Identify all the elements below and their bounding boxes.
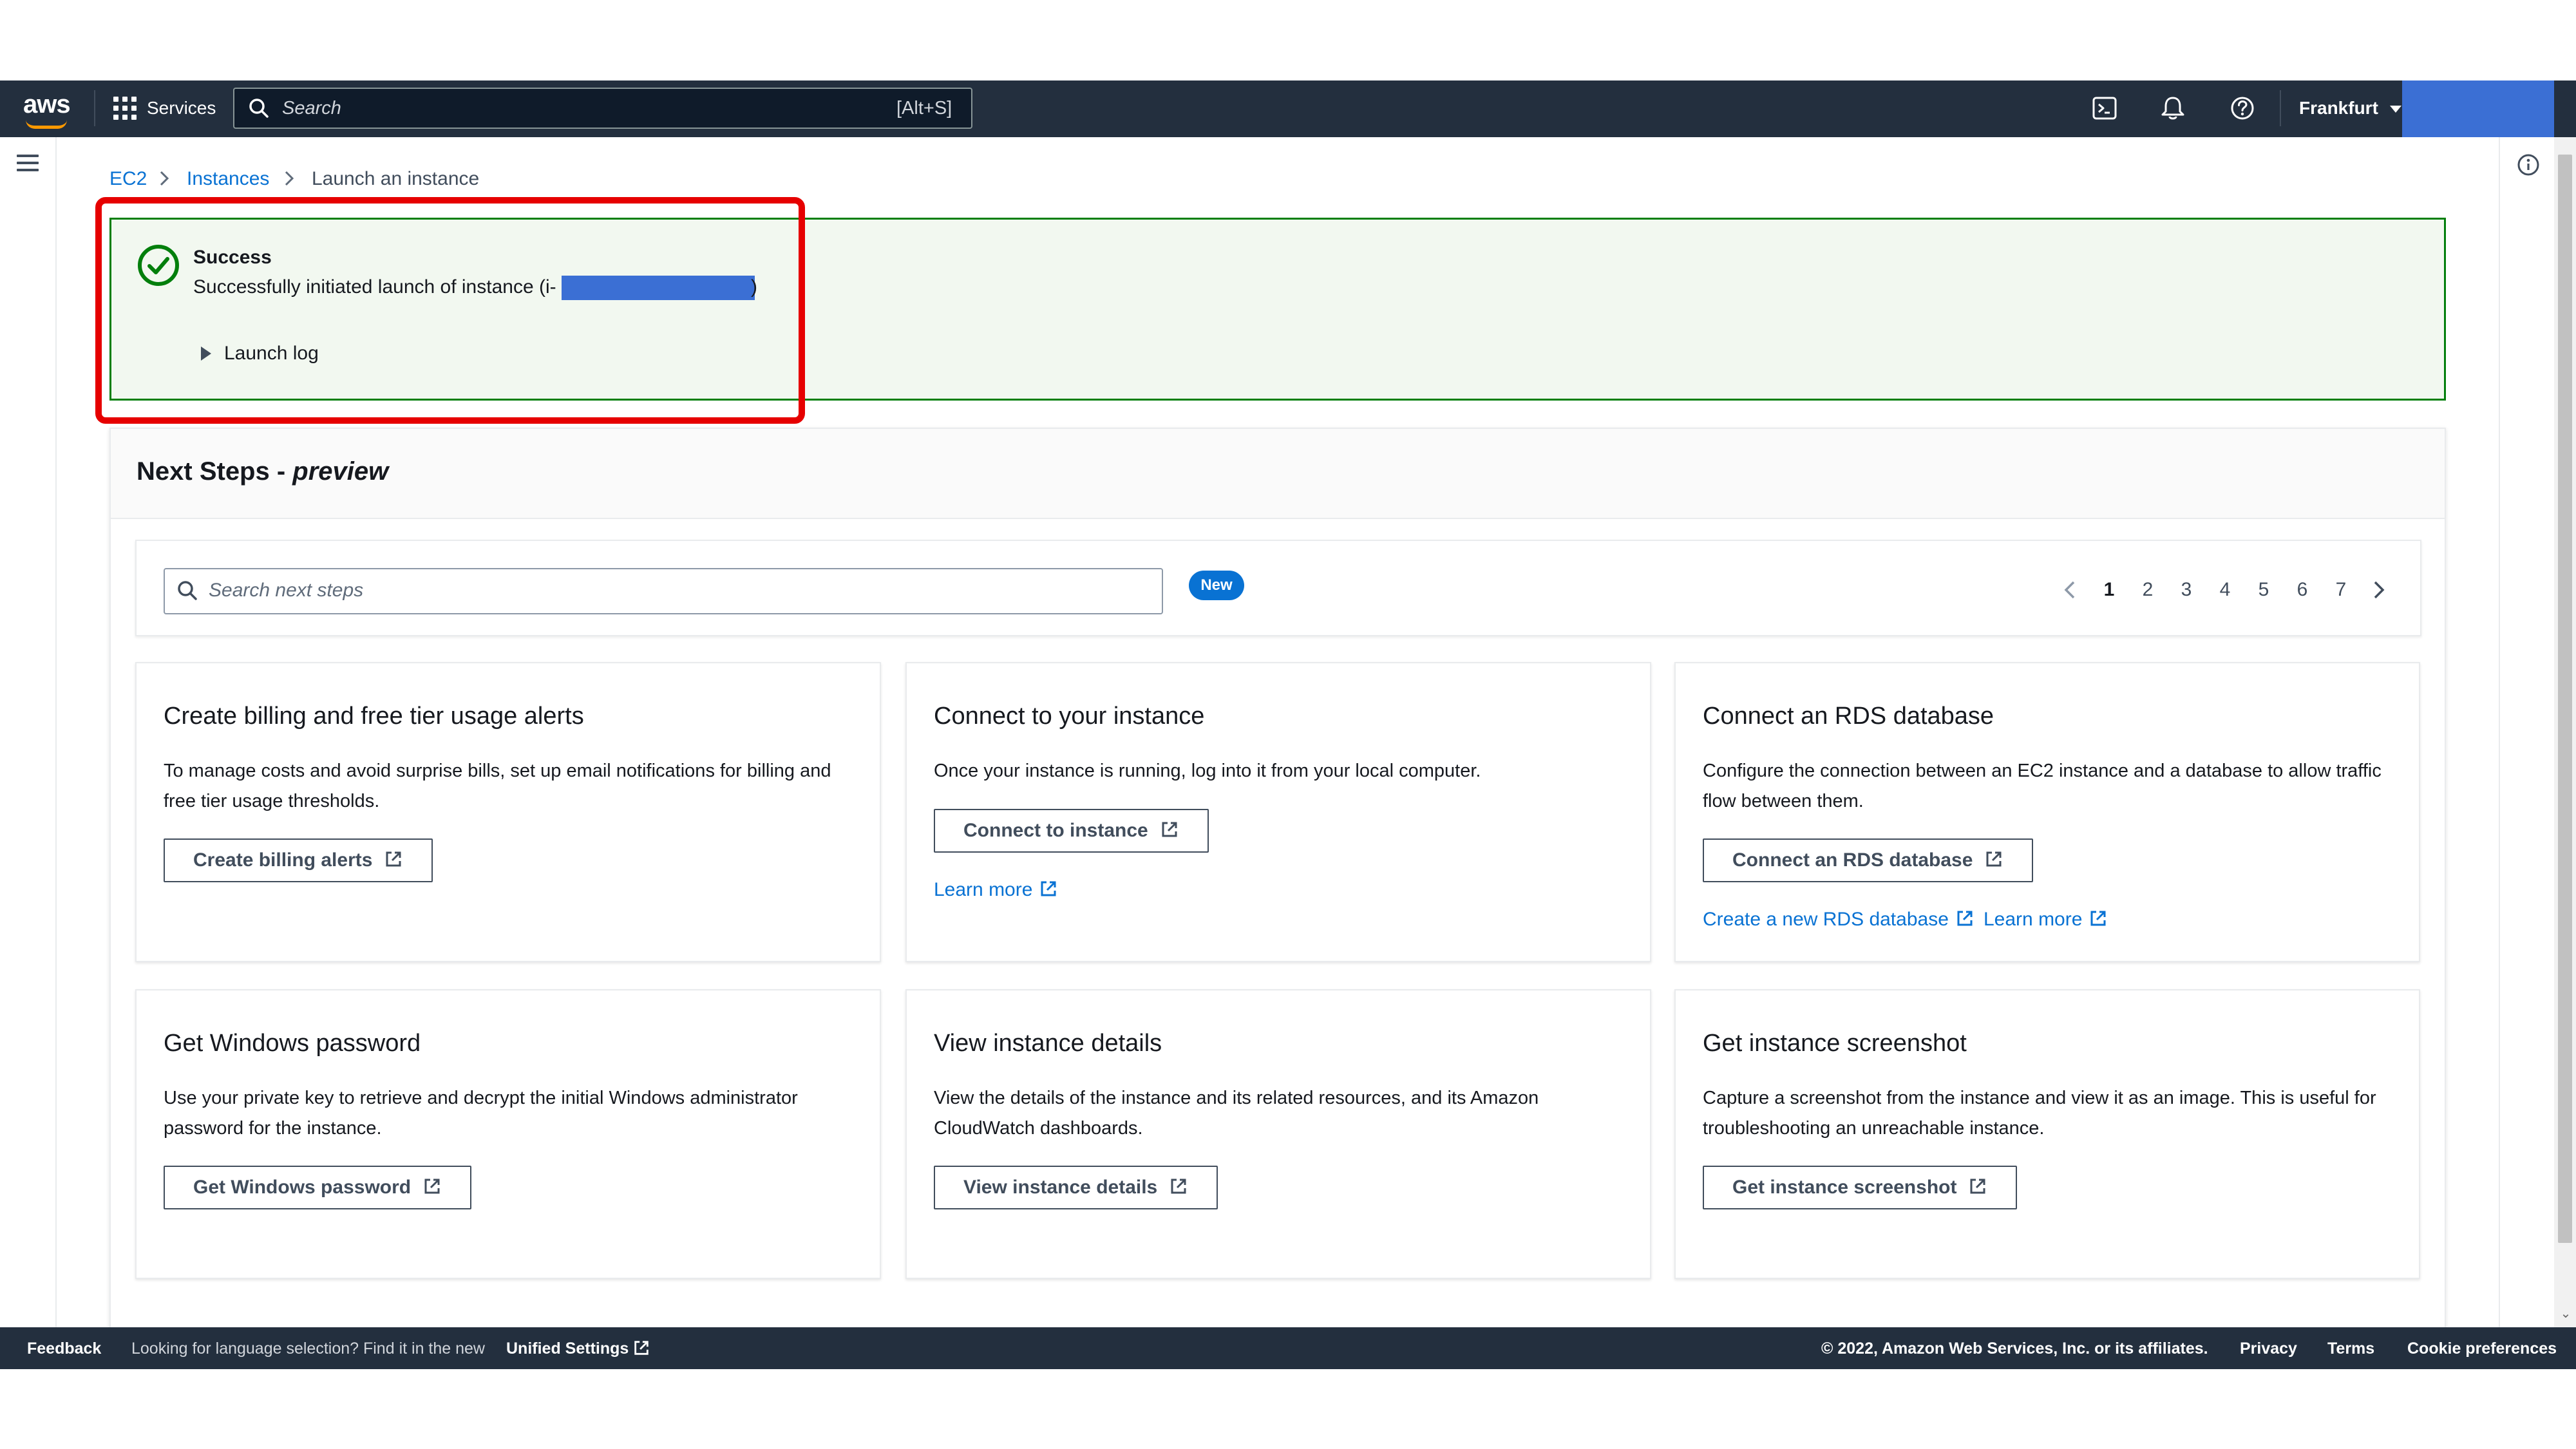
- view-instance-details-button[interactable]: View instance details: [934, 1166, 1218, 1209]
- global-search-input[interactable]: [233, 88, 972, 129]
- page-6-button[interactable]: 6: [2293, 577, 2312, 603]
- aws-logo[interactable]: aws: [23, 90, 71, 119]
- highlight-annotation-box: [95, 197, 805, 424]
- page-2-button[interactable]: 2: [2138, 577, 2157, 603]
- page-5-button[interactable]: 5: [2254, 577, 2273, 603]
- breadcrumb-instances[interactable]: Instances: [187, 166, 269, 192]
- external-link-icon: [1986, 851, 2002, 867]
- global-search-placeholder: Search: [282, 98, 341, 118]
- page-3-button[interactable]: 3: [2177, 577, 2196, 603]
- terms-link[interactable]: Terms: [2327, 1337, 2374, 1360]
- card-title: Connect to your instance: [934, 703, 1205, 730]
- scroll-down-arrow-icon[interactable]: ⌄: [2559, 1307, 2572, 1320]
- card-description: View the details of the instance and its…: [934, 1088, 1539, 1139]
- external-link-icon: [1171, 1179, 1186, 1194]
- external-link-icon: [1970, 1179, 1985, 1194]
- connect-rds-database-button[interactable]: Connect an RDS database: [1703, 838, 2034, 882]
- get-windows-password-button[interactable]: Get Windows password: [164, 1166, 472, 1209]
- next-steps-search-placeholder: Search next steps: [209, 580, 364, 601]
- bell-icon[interactable]: [2159, 94, 2187, 122]
- unified-settings-link[interactable]: Unified Settings: [506, 1337, 650, 1360]
- button-label: Get instance screenshot: [1732, 1177, 1957, 1198]
- breadcrumb-current: Launch an instance: [312, 168, 480, 189]
- create-rds-database-link[interactable]: Create a new RDS database: [1703, 907, 1975, 933]
- button-label: Connect an RDS database: [1732, 849, 1973, 871]
- button-label: Create billing alerts: [193, 849, 373, 871]
- side-nav-border: [55, 137, 57, 1327]
- copyright-text: © 2022, Amazon Web Services, Inc. or its…: [1821, 1340, 2208, 1358]
- external-link-icon: [1041, 881, 1056, 896]
- card-description: To manage costs and avoid surprise bills…: [164, 761, 831, 811]
- nav-divider: [94, 90, 95, 126]
- scrollbar-thumb[interactable]: [2558, 155, 2572, 1243]
- account-menu-redacted[interactable]: [2402, 80, 2554, 137]
- card-title: Get Windows password: [164, 1030, 421, 1057]
- help-icon[interactable]: [2228, 94, 2257, 122]
- learn-more-link[interactable]: Learn more: [934, 877, 1058, 903]
- card-description: Capture a screenshot from the instance a…: [1703, 1088, 2376, 1139]
- search-shortcut-hint: [Alt+S]: [896, 98, 952, 118]
- next-steps-header: [111, 429, 2445, 519]
- breadcrumb-ec2[interactable]: EC2: [109, 166, 147, 192]
- external-link-icon: [1957, 911, 1973, 926]
- chevron-right-icon[interactable]: [2367, 577, 2389, 603]
- privacy-link[interactable]: Privacy: [2240, 1337, 2297, 1360]
- button-label: Get Windows password: [193, 1177, 412, 1198]
- info-icon[interactable]: [2515, 152, 2541, 178]
- nav-divider: [2280, 90, 2281, 126]
- get-instance-screenshot-button[interactable]: Get instance screenshot: [1703, 1166, 2018, 1209]
- chevron-right-icon: [285, 171, 294, 186]
- learn-more-link[interactable]: Learn more: [1984, 907, 2108, 933]
- tools-panel-border: [2499, 137, 2500, 1327]
- aws-logo-smile: [26, 120, 67, 129]
- card-title: Connect an RDS database: [1703, 703, 1994, 730]
- button-label: View instance details: [963, 1177, 1158, 1198]
- external-link-icon: [2090, 911, 2106, 926]
- caret-down-icon: [2389, 105, 2401, 113]
- language-note: Looking for language selection? Find it …: [131, 1340, 485, 1358]
- next-steps-title: Next Steps - preview: [137, 457, 389, 486]
- page-7-button[interactable]: 7: [2331, 577, 2351, 603]
- new-badge: New: [1189, 571, 1244, 600]
- card-description: Use your private key to retrieve and dec…: [164, 1088, 798, 1139]
- button-label: Connect to instance: [963, 820, 1148, 841]
- menu-icon[interactable]: [17, 155, 39, 174]
- chevron-right-icon: [160, 171, 169, 186]
- page-1-button[interactable]: 1: [2099, 577, 2119, 603]
- region-label: Frankfurt: [2299, 98, 2378, 118]
- grid-icon[interactable]: [113, 97, 137, 120]
- chevron-left-icon[interactable]: [2060, 577, 2081, 603]
- card-title: Create billing and free tier usage alert…: [164, 703, 584, 730]
- external-link-icon: [424, 1179, 440, 1194]
- card-title: Get instance screenshot: [1703, 1030, 1967, 1057]
- create-billing-alerts-button[interactable]: Create billing alerts: [164, 838, 433, 882]
- search-icon: [178, 581, 197, 600]
- feedback-link[interactable]: Feedback: [27, 1337, 101, 1360]
- card-description: Once your instance is running, log into …: [934, 761, 1481, 781]
- cookie-preferences-link[interactable]: Cookie preferences: [2407, 1337, 2557, 1360]
- connect-to-instance-button[interactable]: Connect to instance: [934, 809, 1209, 853]
- card-description: Configure the connection between an EC2 …: [1703, 761, 2382, 811]
- cloudshell-icon[interactable]: [2090, 94, 2119, 122]
- external-link-icon: [1162, 822, 1177, 837]
- card-title: View instance details: [934, 1030, 1162, 1057]
- services-menu-button[interactable]: Services: [147, 97, 216, 120]
- region-selector[interactable]: Frankfurt: [2299, 97, 2401, 120]
- page-4-button[interactable]: 4: [2215, 577, 2235, 603]
- external-link-icon: [634, 1341, 649, 1356]
- external-link-icon: [386, 851, 401, 867]
- search-icon: [249, 99, 269, 118]
